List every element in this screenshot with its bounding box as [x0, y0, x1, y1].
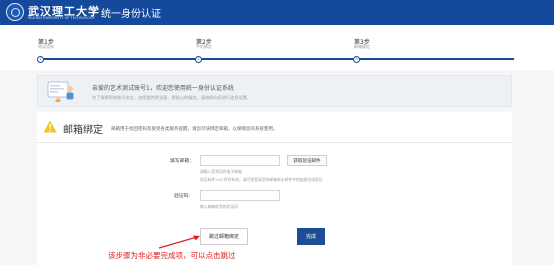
skip-email-binding-button[interactable]: 跳过邮箱绑定: [200, 228, 248, 245]
top-bar: 武汉理工大学 WUHAN UNIVERSITY OF TECHNOLOGY · …: [0, 0, 554, 25]
step-1-sub: 阅读须知: [38, 44, 54, 49]
university-name-en: WUHAN UNIVERSITY OF TECHNOLOGY: [28, 16, 95, 20]
annotation-arrow-icon: [158, 235, 200, 249]
system-title: 统一身份认证: [101, 9, 161, 20]
step-1-dot: 1: [37, 55, 44, 63]
section-description: 邮箱用于找回密码及接受各类服务提醒，请您尽快绑定邮箱，以保障您的系统使用。: [111, 127, 278, 132]
verification-code-input[interactable]: [200, 190, 280, 201]
annotation-note: 该步骤为非必要完成项，可以点击跳过: [108, 251, 236, 260]
notice-title: 亲爱的艺术测试账号1，欢迎您使用统一身份认证系统: [92, 85, 234, 92]
welcome-illustration-icon: [47, 81, 74, 102]
step-progress: [0, 25, 554, 70]
done-button[interactable]: 完成: [297, 228, 325, 245]
university-logo-icon: [6, 3, 24, 21]
progress-line: [40, 58, 514, 60]
email-hint: 请输入您常用的电子邮箱: [200, 169, 242, 174]
get-verification-email-button[interactable]: 获取验证邮件: [287, 155, 327, 166]
section-divider: [37, 142, 512, 143]
email-input[interactable]: [200, 155, 280, 166]
email-binding-panel: [37, 112, 512, 265]
title-separator: ·: [91, 7, 94, 17]
email-label: 填写邮箱：: [170, 159, 194, 164]
code-hint: 输入邮箱收到的验证码: [200, 204, 238, 209]
code-label: 验证码：: [174, 194, 194, 199]
email-validity-hint: 验证邮件24小时内有效，请尽快登录您的邮箱单击邮件中的链接完成验证: [200, 177, 323, 182]
step-3-sub: 邮箱绑定: [354, 44, 370, 49]
step-2-sub: 手机绑定: [196, 44, 212, 49]
step-3-dot: 3: [353, 55, 360, 63]
notice-subtitle: 为了保障您的账号安全，给您提供更全面、更贴心的服务，请按照向导进行信息设置。: [92, 95, 252, 100]
step-2-dot: 2: [195, 55, 202, 63]
warning-icon: [43, 120, 57, 133]
section-title: 邮箱绑定: [63, 125, 103, 136]
